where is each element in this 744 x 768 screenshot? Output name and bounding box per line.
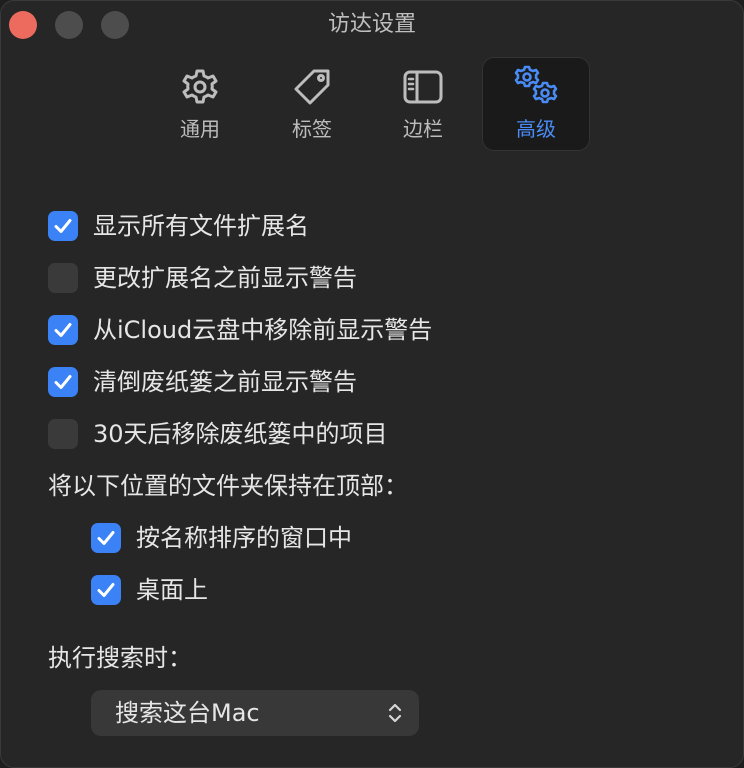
option-show-extensions[interactable]: 显示所有文件扩展名 — [48, 210, 309, 242]
tab-sidebar-label: 边栏 — [403, 117, 443, 141]
sidebar-icon — [403, 70, 443, 104]
option-warn-empty-trash[interactable]: 清倒废纸篓之前显示警告 — [48, 366, 357, 398]
keep-folders-heading: 将以下位置的文件夹保持在顶部： — [48, 472, 408, 500]
option-folders-top-desktop[interactable]: 桌面上 — [91, 574, 208, 606]
search-scope-popup[interactable]: 搜索这台Mac — [91, 690, 419, 736]
gear-icon — [182, 69, 218, 104]
tab-tags-label: 标签 — [292, 117, 332, 141]
checkmark-icon — [54, 219, 72, 233]
remove-trash-30-days-label: 30天后移除废纸篓中的项目 — [93, 420, 388, 448]
tab-advanced-label: 高级 — [516, 117, 556, 141]
window-title: 访达设置 — [327, 12, 416, 37]
folders-top-windows-checkbox[interactable] — [91, 523, 121, 553]
search-scope-value: 搜索这台Mac — [115, 699, 260, 727]
checkmark-icon — [54, 375, 72, 389]
checkmark-icon — [54, 323, 72, 337]
tab-advanced[interactable]: 高级 — [482, 57, 590, 151]
tab-general[interactable]: 通用 — [146, 57, 254, 151]
folders-top-desktop-label: 桌面上 — [136, 576, 208, 604]
warn-empty-trash-label: 清倒废纸篓之前显示警告 — [93, 368, 357, 396]
tag-icon — [294, 69, 330, 105]
option-warn-icloud-remove[interactable]: 从iCloud云盘中移除前显示警告 — [48, 314, 432, 346]
warn-empty-trash-checkbox[interactable] — [48, 367, 78, 397]
search-heading: 执行搜索时： — [48, 644, 192, 672]
warn-extension-change-label: 更改扩展名之前显示警告 — [93, 264, 357, 292]
checkmark-icon — [97, 531, 115, 545]
gears-icon — [514, 65, 558, 104]
option-remove-trash-30-days[interactable]: 30天后移除废纸篓中的项目 — [48, 418, 388, 450]
warn-icloud-remove-checkbox[interactable] — [48, 315, 78, 345]
tab-sidebar[interactable]: 边栏 — [369, 57, 477, 151]
folders-top-windows-label: 按名称排序的窗口中 — [136, 524, 352, 552]
remove-trash-30-days-checkbox[interactable] — [48, 419, 78, 449]
show-extensions-checkbox[interactable] — [48, 211, 78, 241]
warn-extension-change-checkbox[interactable] — [48, 263, 78, 293]
checkmark-icon — [97, 583, 115, 597]
tab-general-label: 通用 — [180, 117, 220, 141]
chevron-updown-icon — [388, 703, 402, 723]
option-warn-extension-change[interactable]: 更改扩展名之前显示警告 — [48, 262, 357, 294]
tab-tags[interactable]: 标签 — [258, 57, 366, 151]
show-extensions-label: 显示所有文件扩展名 — [93, 212, 309, 240]
warn-icloud-remove-label: 从iCloud云盘中移除前显示警告 — [93, 316, 433, 344]
finder-settings-window: 访达设置 通用 标签 边栏 高级 显示所有文件扩展名 更改扩展名之前显示警告 从… — [0, 0, 744, 768]
folders-top-desktop-checkbox[interactable] — [91, 575, 121, 605]
option-folders-top-windows[interactable]: 按名称排序的窗口中 — [91, 522, 352, 554]
